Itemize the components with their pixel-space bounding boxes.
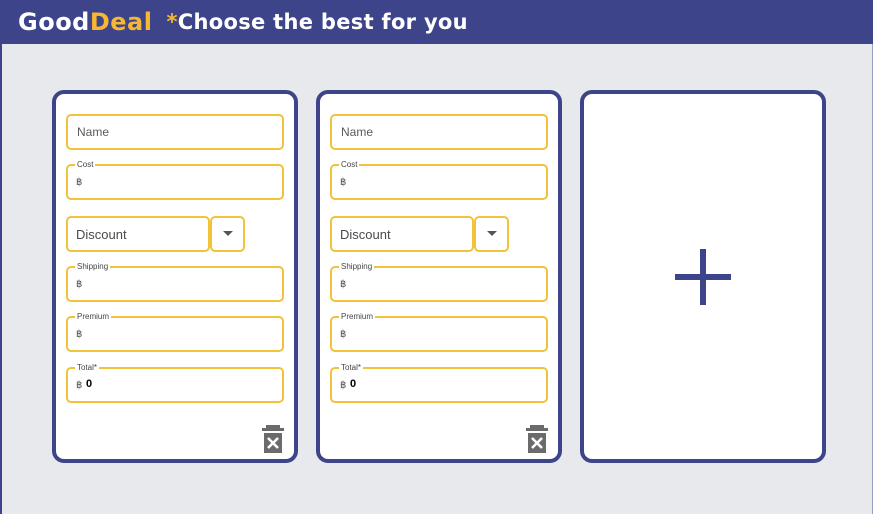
total-label: Total* xyxy=(339,362,364,373)
total-currency: ฿ xyxy=(76,380,83,391)
premium-field[interactable]: Premium ฿ xyxy=(66,311,284,352)
cost-field[interactable]: Cost ฿ xyxy=(66,159,284,200)
name-field[interactable]: Name xyxy=(66,114,284,150)
cost-field[interactable]: Cost ฿ xyxy=(330,159,548,200)
deal-card-1: Name Cost ฿ Discount Shipping ฿ Premium … xyxy=(52,90,298,463)
discount-dropdown-button[interactable] xyxy=(210,216,245,252)
premium-currency: ฿ xyxy=(76,329,83,340)
brand-logo-good: Good xyxy=(18,8,90,36)
cost-currency: ฿ xyxy=(340,177,347,188)
trash-icon[interactable] xyxy=(262,425,284,453)
cost-label: Cost xyxy=(75,159,96,170)
deal-card-2: Name Cost ฿ Discount Shipping ฿ Premium … xyxy=(316,90,562,463)
discount-select[interactable]: Discount xyxy=(330,216,474,252)
tagline-text: Choose the best for you xyxy=(177,10,468,34)
chevron-down-icon xyxy=(223,231,233,236)
name-field[interactable]: Name xyxy=(330,114,548,150)
cost-currency: ฿ xyxy=(76,177,83,188)
name-placeholder: Name xyxy=(77,125,110,139)
add-deal-card[interactable] xyxy=(580,90,826,463)
tagline: *Choose the best for you xyxy=(166,10,467,34)
trash-icon[interactable] xyxy=(526,425,548,453)
cost-label: Cost xyxy=(339,159,360,170)
total-field[interactable]: Total* ฿ 0 xyxy=(330,362,548,403)
page-border xyxy=(0,44,2,514)
chevron-down-icon xyxy=(487,231,497,236)
brand-logo-deal: Deal xyxy=(89,8,153,36)
tagline-star: * xyxy=(166,10,178,34)
shipping-currency: ฿ xyxy=(76,279,83,290)
premium-currency: ฿ xyxy=(340,329,347,340)
shipping-field[interactable]: Shipping ฿ xyxy=(66,261,284,302)
shipping-label: Shipping xyxy=(75,261,111,272)
total-currency: ฿ xyxy=(340,380,347,391)
shipping-label: Shipping xyxy=(339,261,375,272)
shipping-currency: ฿ xyxy=(340,279,347,290)
discount-select[interactable]: Discount xyxy=(66,216,210,252)
discount-placeholder: Discount xyxy=(76,227,127,242)
total-value: 0 xyxy=(350,378,357,390)
name-placeholder: Name xyxy=(341,125,374,139)
total-label: Total* xyxy=(75,362,100,373)
plus-icon[interactable] xyxy=(675,248,731,305)
app-header: GoodDeal *Choose the best for you xyxy=(0,0,873,44)
total-value: 0 xyxy=(86,378,93,390)
premium-field[interactable]: Premium ฿ xyxy=(330,311,548,352)
shipping-field[interactable]: Shipping ฿ xyxy=(330,261,548,302)
premium-label: Premium xyxy=(75,311,112,322)
premium-label: Premium xyxy=(339,311,376,322)
discount-placeholder: Discount xyxy=(340,227,391,242)
discount-dropdown-button[interactable] xyxy=(474,216,509,252)
total-field[interactable]: Total* ฿ 0 xyxy=(66,362,284,403)
brand-logo: GoodDeal xyxy=(18,8,152,36)
